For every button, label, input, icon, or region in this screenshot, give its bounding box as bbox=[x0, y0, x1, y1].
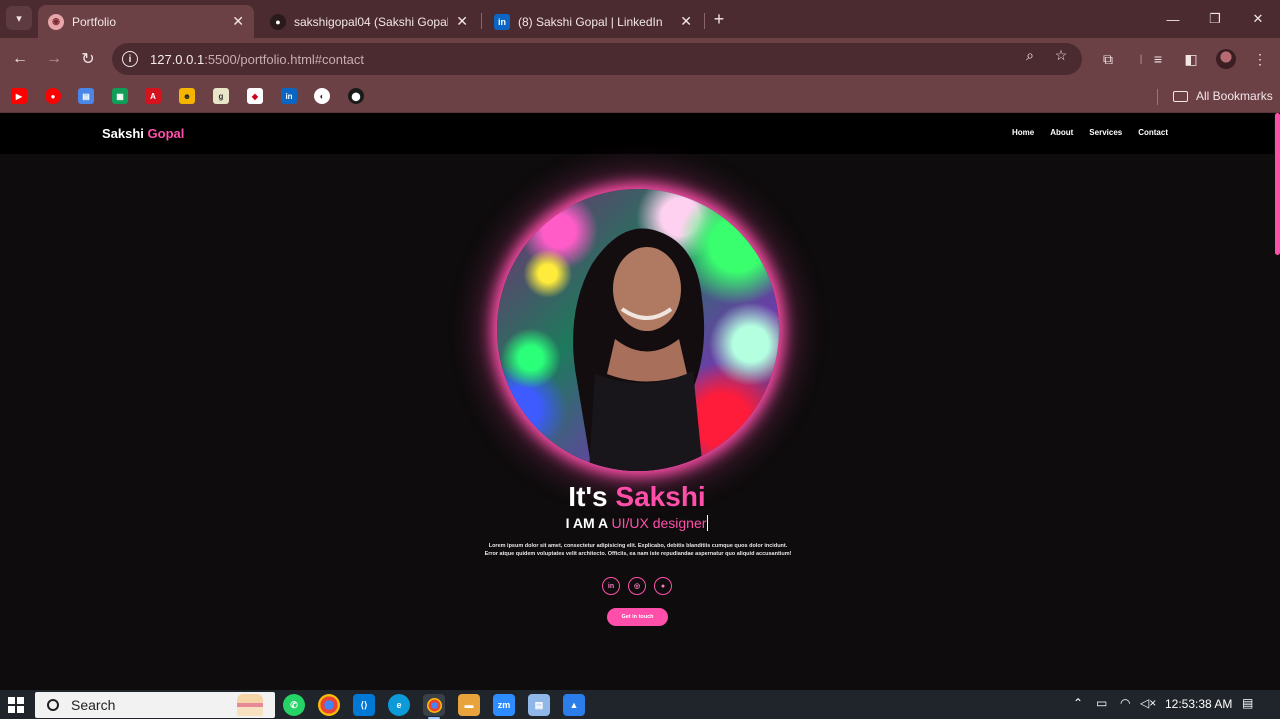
taskbar-search[interactable]: Search bbox=[35, 692, 275, 718]
photos-icon[interactable]: ▲ bbox=[563, 694, 585, 716]
new-tab-button[interactable]: + bbox=[708, 8, 730, 30]
bookmarks-bar: ▶ ● ▤ ▦ A ☻ g ◆ in ◐ ⬤ All Bookmarks bbox=[0, 80, 1280, 113]
site-menu: Home About Services Contact bbox=[1012, 128, 1168, 137]
reload-button[interactable]: ↻ bbox=[76, 47, 100, 71]
tab-github[interactable]: ● sakshigopal04 (Sakshi Gopal) ✕ bbox=[260, 5, 478, 38]
arrow-left-icon: ← bbox=[12, 50, 28, 67]
app-icon[interactable]: ◆ bbox=[247, 88, 263, 104]
portfolio-favicon-icon: ◉ bbox=[48, 13, 64, 30]
github-icon[interactable]: ● bbox=[654, 577, 672, 595]
hero-subtitle: I AM A UI/UX designer bbox=[565, 515, 709, 531]
notepad-icon[interactable]: ▤ bbox=[528, 694, 550, 716]
forward-button[interactable]: → bbox=[42, 47, 66, 71]
windows-start-icon[interactable] bbox=[8, 697, 24, 713]
close-icon[interactable]: ✕ bbox=[680, 13, 692, 30]
instagram-icon[interactable]: ◎ bbox=[628, 577, 646, 595]
chevron-down-icon: ▾ bbox=[16, 12, 22, 25]
grammarly-icon[interactable]: g bbox=[213, 88, 229, 104]
bookmark-star-icon[interactable]: ☆ bbox=[1052, 46, 1070, 64]
more-menu-icon[interactable]: ⋮ bbox=[1250, 49, 1270, 69]
hero-title: It's Sakshi bbox=[568, 481, 706, 512]
url-text[interactable]: 127.0.0.1:5500/portfolio.html#contact bbox=[150, 52, 364, 67]
tab-title: (8) Sakshi Gopal | LinkedIn bbox=[518, 14, 663, 29]
back-button[interactable]: ← bbox=[8, 47, 32, 71]
close-icon[interactable]: ✕ bbox=[232, 13, 244, 30]
tab-portfolio[interactable]: ◉ Portfolio ✕ bbox=[38, 5, 254, 38]
arrow-right-icon: → bbox=[46, 50, 62, 67]
bookmarks-divider bbox=[1157, 89, 1158, 105]
tab-search-button[interactable]: ▾ bbox=[6, 6, 32, 30]
page-scrollbar-thumb[interactable] bbox=[1275, 113, 1280, 255]
sheets-icon[interactable]: ▦ bbox=[112, 88, 128, 104]
nav-about[interactable]: About bbox=[1050, 128, 1073, 137]
docs-icon[interactable]: ▤ bbox=[78, 88, 94, 104]
folder-icon bbox=[1173, 90, 1188, 102]
youtube-icon[interactable]: ▶ bbox=[11, 88, 27, 104]
restore-button[interactable]: ❐ bbox=[1203, 8, 1227, 30]
vscode-icon[interactable]: ⟨⟩ bbox=[353, 694, 375, 716]
github-icon: ● bbox=[270, 13, 286, 30]
globe-icon[interactable]: ◐ bbox=[314, 88, 330, 104]
media-control-icon[interactable]: ≡ bbox=[1148, 49, 1168, 69]
wifi-icon[interactable]: ◠ bbox=[1120, 696, 1130, 710]
taskbar-clock[interactable]: 12:53:38 AM bbox=[1165, 697, 1232, 711]
typed-role: UI/UX designer bbox=[611, 515, 709, 531]
adobe-icon[interactable]: A bbox=[145, 88, 161, 104]
tray-overflow-icon[interactable]: ⌃ bbox=[1073, 696, 1083, 710]
file-explorer-icon[interactable]: ▬ bbox=[458, 694, 480, 716]
extensions-icon[interactable]: ⧉ bbox=[1098, 49, 1118, 69]
close-icon[interactable]: ✕ bbox=[456, 13, 468, 30]
get-in-touch-button[interactable]: Get in touch bbox=[607, 608, 668, 626]
tab-title: Portfolio bbox=[72, 14, 117, 29]
edge-icon[interactable]: e bbox=[388, 694, 410, 716]
reload-icon: ↻ bbox=[81, 51, 95, 68]
nav-home[interactable]: Home bbox=[1012, 128, 1034, 137]
taskbar-search-label: Search bbox=[71, 697, 116, 713]
site-navbar: Sakshi Gopal Home About Services Contact bbox=[0, 113, 1274, 154]
site-info-icon[interactable]: i bbox=[122, 51, 138, 67]
portfolio-page: Sakshi Gopal Home About Services Contact… bbox=[0, 113, 1280, 690]
profile-photo bbox=[497, 189, 779, 471]
github-icon[interactable]: ⬤ bbox=[348, 88, 364, 104]
hero-description: Lorem ipsum dolor sit amet, consectetur … bbox=[484, 543, 792, 557]
battery-icon[interactable]: ▭ bbox=[1096, 696, 1107, 710]
nav-contact[interactable]: Contact bbox=[1138, 128, 1168, 137]
chrome-icon[interactable] bbox=[318, 694, 340, 716]
tab-title: sakshigopal04 (Sakshi Gopal) bbox=[294, 14, 449, 29]
minimize-button[interactable]: — bbox=[1161, 8, 1185, 30]
linkedin-icon[interactable]: in bbox=[602, 577, 620, 595]
chrome-active-icon[interactable] bbox=[423, 694, 445, 719]
browser-toolbar: ← → ↻ i 127.0.0.1:5500/portfolio.html#co… bbox=[0, 38, 1280, 80]
tab-divider bbox=[481, 13, 482, 29]
linkedin-icon[interactable]: in bbox=[281, 88, 297, 104]
close-window-button[interactable]: ✕ bbox=[1246, 8, 1270, 30]
nav-services[interactable]: Services bbox=[1089, 128, 1122, 137]
zoom-icon[interactable]: ⌕ bbox=[1021, 46, 1039, 64]
profile-avatar[interactable] bbox=[1216, 49, 1236, 69]
site-logo[interactable]: Sakshi Gopal bbox=[102, 126, 184, 141]
tab-strip: ▾ ◉ Portfolio ✕ ● sakshigopal04 (Sakshi … bbox=[0, 0, 1280, 38]
person-silhouette bbox=[573, 228, 705, 471]
mascot-icon[interactable]: ☻ bbox=[179, 88, 195, 104]
tab-linkedin[interactable]: in (8) Sakshi Gopal | LinkedIn ✕ bbox=[484, 5, 702, 38]
cake-icon bbox=[237, 694, 263, 716]
side-panel-icon[interactable]: ◧ bbox=[1181, 49, 1201, 69]
linkedin-icon: in bbox=[494, 13, 510, 30]
youtube-music-icon[interactable]: ● bbox=[45, 88, 61, 104]
windows-taskbar: Search ✆ ⟨⟩ e ▬ zm ▤ ▲ ⌃ ▭ ◠ ◁× 12:53:38… bbox=[0, 690, 1280, 719]
zoom-app-icon[interactable]: zm bbox=[493, 694, 515, 716]
whatsapp-icon[interactable]: ✆ bbox=[283, 694, 305, 716]
all-bookmarks-button[interactable]: All Bookmarks bbox=[1173, 87, 1273, 105]
address-bar[interactable]: i 127.0.0.1:5500/portfolio.html#contact bbox=[112, 43, 1082, 75]
speaker-muted-icon[interactable]: ◁× bbox=[1140, 696, 1156, 710]
notifications-icon[interactable]: ▤ bbox=[1242, 696, 1253, 710]
tab-divider bbox=[704, 13, 705, 29]
search-icon bbox=[47, 699, 59, 711]
social-links: in ◎ ● bbox=[0, 577, 1274, 595]
all-bookmarks-label: All Bookmarks bbox=[1196, 89, 1273, 103]
